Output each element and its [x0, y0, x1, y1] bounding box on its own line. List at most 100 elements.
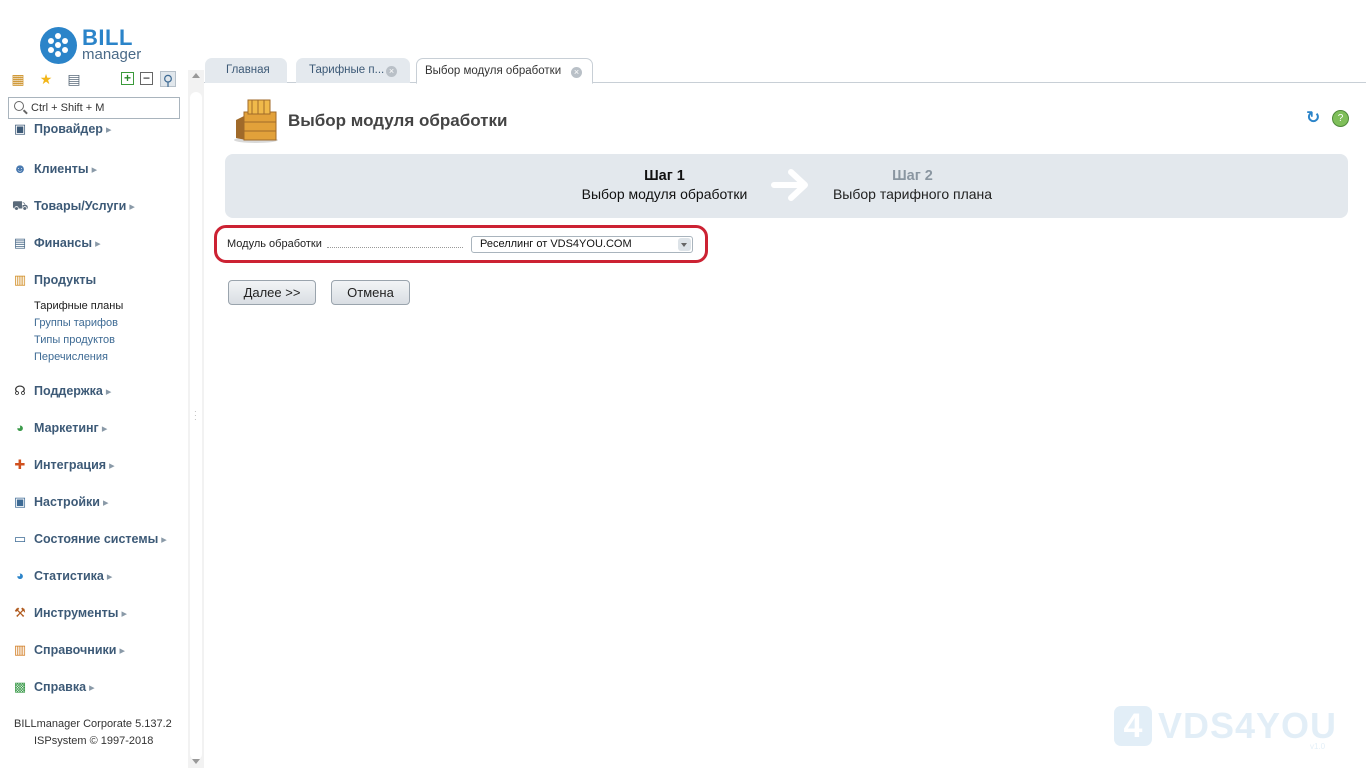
- sidebar-item-tools[interactable]: ⚒ Инструменты: [12, 604, 182, 624]
- version-line: BILLmanager Corporate 5.137.2: [14, 718, 172, 730]
- search-icon: [14, 101, 24, 111]
- resize-grip-icon[interactable]: · · ·: [194, 408, 197, 424]
- headset-icon: ☊: [14, 383, 26, 398]
- sidebar-subitem-tariff-plans[interactable]: Тарифные планы: [34, 300, 123, 312]
- field-leader-dots: [327, 247, 463, 248]
- sidebar-item-label: Провайдер: [34, 122, 112, 136]
- sidebar-item-label: Настройки: [34, 495, 109, 509]
- sidebar-subitem-product-types[interactable]: Типы продуктов: [34, 334, 115, 346]
- sidebar-subitem-enumerations[interactable]: Перечисления: [34, 351, 108, 363]
- reference-icon: ▥: [13, 642, 27, 657]
- sidebar-toolbar: ▦ ★ ▤ + − ⚲: [10, 70, 180, 88]
- sidebar-item-label: Продукты: [34, 273, 97, 287]
- help-icon[interactable]: ?: [1332, 110, 1349, 127]
- sidebar-scrollbar[interactable]: · · ·: [188, 70, 204, 768]
- sidebar-item-finance[interactable]: ▤ Финансы: [12, 234, 182, 254]
- chevron-down-icon[interactable]: [678, 238, 691, 251]
- finance-icon: ▤: [13, 235, 27, 250]
- sidebar-item-label: Клиенты: [34, 162, 97, 176]
- scrollbar-thumb[interactable]: [190, 92, 202, 760]
- sidebar-subitem-tariff-groups[interactable]: Группы тарифов: [34, 317, 118, 329]
- scroll-down-icon[interactable]: [192, 759, 200, 764]
- processing-module-field: Модуль обработки Реселлинг от VDS4YOU.CO…: [214, 225, 708, 263]
- sidebar-item-marketing[interactable]: ◕ Маркетинг: [12, 419, 182, 439]
- monitor-icon: ▭: [13, 531, 27, 546]
- sidebar-item-label: Товары/Услуги: [34, 199, 135, 213]
- sidebar-item-integration[interactable]: ✚ Интеграция: [12, 456, 182, 476]
- watermark-small: v1.0: [1310, 742, 1326, 751]
- tab-label: Тарифные п...: [309, 64, 385, 76]
- tab-main[interactable]: Главная: [205, 58, 287, 83]
- menu-search-input[interactable]: [31, 100, 176, 116]
- copyright-line: ISPsystem © 1997-2018: [34, 735, 154, 747]
- page-title: Выбор модуля обработки: [288, 111, 508, 130]
- scroll-up-icon[interactable]: [192, 73, 200, 78]
- cancel-button[interactable]: Отмена: [331, 280, 410, 305]
- processing-module-select[interactable]: Реселлинг от VDS4YOU.COM: [471, 236, 693, 253]
- settings-icon: ▣: [13, 494, 27, 509]
- sidebar-item-label: Поддержка: [34, 384, 111, 398]
- sidebar-item-references[interactable]: ▥ Справочники: [12, 641, 182, 661]
- pie-chart-icon: ◕: [16, 420, 24, 435]
- sidebar-item-support[interactable]: ☊ Поддержка: [12, 382, 182, 402]
- sidebar-item-goods[interactable]: ⛟ Товары/Услуги: [12, 197, 182, 217]
- vds4you-watermark: 4 VDS4YOU v1.0: [1114, 704, 1338, 754]
- star-icon[interactable]: ★: [38, 71, 54, 87]
- sidebar-item-system-status[interactable]: ▭ Состояние системы: [12, 530, 182, 550]
- sidebar-item-label: Инструменты: [34, 606, 127, 620]
- close-icon[interactable]: ×: [571, 67, 582, 78]
- main-panel: Выбор модуля обработки ↻ ? Шаг 1 Выбор м…: [204, 84, 1366, 768]
- step-description: Выбор модуля обработки: [581, 186, 748, 202]
- integration-icon: ✚: [14, 457, 26, 472]
- provider-icon: ▣: [13, 122, 27, 136]
- next-button[interactable]: Далее >>: [228, 280, 316, 305]
- products-icon: ▥: [13, 272, 27, 287]
- sidebar-item-provider[interactable]: ▣ Провайдер: [12, 122, 182, 140]
- logo-icon: [40, 27, 77, 64]
- sidebar-item-clients[interactable]: ☻ Клиенты: [12, 160, 182, 180]
- box-icon: [234, 99, 278, 143]
- sidebar: BILL manager ▦ ★ ▤ + − ⚲ ▣ Провайдер ☻ К…: [0, 0, 188, 768]
- expand-all-icon[interactable]: +: [121, 72, 134, 85]
- sidebar-item-label: Маркетинг: [34, 421, 107, 435]
- sidebar-item-settings[interactable]: ▣ Настройки: [12, 493, 182, 513]
- tree-view-icon[interactable]: ▦: [10, 71, 26, 87]
- sidebar-item-label: Статистика: [34, 569, 112, 583]
- sidebar-menu: ▣ Провайдер ☻ Клиенты ⛟ Товары/Услуги ▤ …: [0, 122, 188, 707]
- tools-icon: ⚒: [14, 605, 26, 620]
- sidebar-item-label: Справка: [34, 680, 95, 694]
- sidebar-item-statistics[interactable]: ◕ Статистика: [12, 567, 182, 587]
- cart-icon: ⛟: [12, 198, 29, 213]
- select-value: Реселлинг от VDS4YOU.COM: [480, 238, 632, 250]
- user-icon: ☻: [13, 161, 27, 176]
- close-icon[interactable]: ×: [386, 66, 397, 77]
- collapse-all-icon[interactable]: −: [140, 72, 153, 85]
- step-number: Шаг 2: [892, 168, 933, 184]
- sidebar-item-label: Состояние системы: [34, 532, 167, 546]
- clipboard-icon[interactable]: ▤: [66, 71, 82, 87]
- logo-subtitle: manager: [82, 46, 142, 63]
- help-book-icon: ▩: [13, 679, 27, 694]
- tab-tariff-plans[interactable]: Тарифные п... ×: [296, 58, 410, 83]
- pin-icon[interactable]: ⚲: [160, 71, 176, 88]
- tab-label: Выбор модуля обработки: [425, 65, 562, 77]
- billmanager-logo[interactable]: BILL manager: [40, 25, 160, 67]
- watermark-digit: 4: [1114, 706, 1152, 746]
- sidebar-item-products[interactable]: ▥ Продукты: [12, 271, 182, 291]
- sidebar-item-label: Справочники: [34, 643, 125, 657]
- statistics-icon: ◕: [16, 568, 24, 583]
- step-number: Шаг 1: [644, 168, 685, 184]
- sidebar-item-help[interactable]: ▩ Справка: [12, 678, 182, 698]
- version-info: BILLmanager Corporate 5.137.2 ISPsystem …: [14, 716, 172, 750]
- arrow-right-icon: [771, 169, 808, 201]
- sidebar-item-label: Интеграция: [34, 458, 115, 472]
- tab-bar: Главная Тарифные п... × Выбор модуля обр…: [204, 57, 1366, 84]
- tab-module-selection[interactable]: Выбор модуля обработки ×: [416, 58, 593, 84]
- refresh-icon[interactable]: ↻: [1306, 109, 1322, 126]
- wizard-step-2: Шаг 2 Выбор тарифного плана: [825, 167, 1000, 203]
- wizard-step-1: Шаг 1 Выбор модуля обработки: [577, 167, 752, 203]
- wizard-steps: Шаг 1 Выбор модуля обработки Шаг 2 Выбор…: [225, 154, 1348, 218]
- watermark-text: VDS4YOU: [1158, 705, 1338, 746]
- step-description: Выбор тарифного плана: [832, 186, 993, 202]
- menu-search[interactable]: [8, 97, 180, 119]
